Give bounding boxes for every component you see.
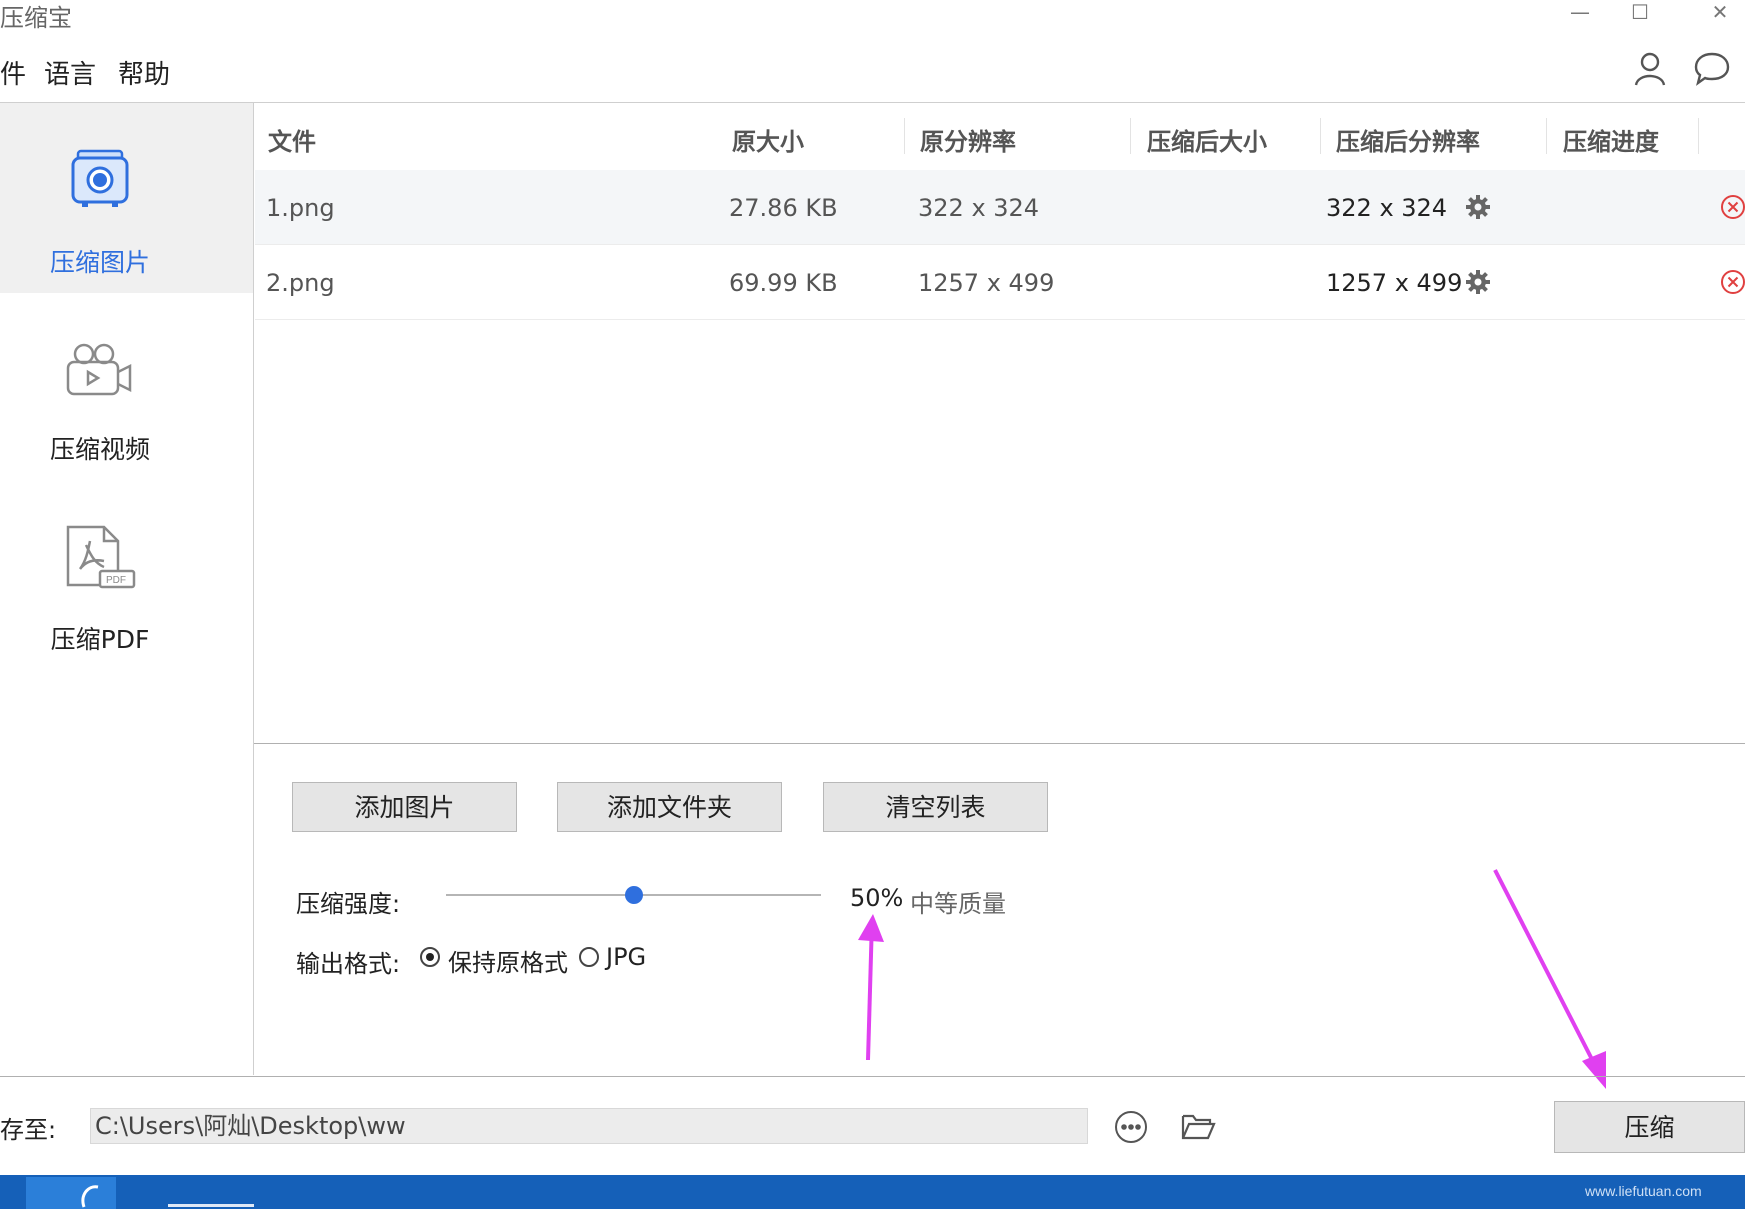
sidebar-item-label: 压缩PDF [50, 625, 150, 654]
more-options-icon[interactable] [1114, 1110, 1148, 1148]
strength-quality: 中等质量 [910, 890, 1006, 918]
sidebar-item-compress-video[interactable]: 压缩视频 [0, 300, 253, 480]
taskbar-app-icon[interactable] [26, 1177, 116, 1209]
column-header-resolution[interactable]: 原分辨率 [920, 122, 1016, 157]
image-compress-icon [70, 149, 130, 213]
menu-divider [0, 102, 1745, 103]
sidebar-item-compress-pdf[interactable]: PDF 压缩PDF [0, 490, 253, 670]
sidebar-divider [253, 103, 254, 1075]
list-divider [254, 743, 1745, 744]
column-header-compressed-size[interactable]: 压缩后大小 [1147, 122, 1267, 157]
strength-label: 压缩强度: [296, 890, 401, 918]
remove-file-icon[interactable] [1720, 269, 1745, 299]
column-header-size[interactable]: 原大小 [732, 122, 804, 157]
remove-file-icon[interactable] [1720, 194, 1745, 224]
watermark-text: www.liefutuan.com [1585, 1183, 1702, 1199]
save-label: 存至: [0, 1116, 57, 1144]
compressed-resolution: 1257 x 499 [1326, 269, 1463, 297]
file-name: 1.png [266, 194, 335, 222]
window-title: 压缩宝 [0, 4, 72, 32]
pdf-file-icon: PDF [64, 523, 136, 597]
menu-file[interactable]: 件 [0, 54, 26, 91]
file-name: 2.png [266, 269, 335, 297]
sidebar-item-compress-image[interactable]: 压缩图片 [0, 103, 253, 293]
footer-divider [0, 1076, 1745, 1077]
column-separator [1698, 118, 1699, 154]
user-icon[interactable] [1630, 48, 1670, 88]
taskbar: www.liefutuan.com [0, 1175, 1745, 1209]
menu-help[interactable]: 帮助 [118, 54, 170, 91]
add-image-button[interactable]: 添加图片 [292, 782, 517, 832]
maximize-button[interactable]: ☐ [1615, 0, 1665, 28]
format-option-original[interactable]: 保持原格式 [448, 943, 568, 978]
sidebar-item-label: 压缩视频 [49, 435, 150, 464]
column-header-progress[interactable]: 压缩进度 [1563, 122, 1659, 157]
menu-language[interactable]: 语言 [44, 54, 96, 91]
gear-icon[interactable] [1465, 269, 1491, 299]
annotation-arrow-icon [858, 914, 884, 1061]
column-separator [1130, 118, 1131, 154]
compress-button[interactable]: 压缩 [1554, 1101, 1745, 1153]
strength-percent: 50% [850, 884, 904, 912]
add-folder-button[interactable]: 添加文件夹 [557, 782, 782, 832]
column-separator [904, 118, 905, 154]
clear-list-button[interactable]: 清空列表 [823, 782, 1048, 832]
format-label: 输出格式: [296, 950, 401, 978]
format-radio-jpg[interactable] [579, 947, 599, 967]
strength-slider-thumb[interactable] [624, 886, 643, 904]
original-size: 69.99 KB [729, 269, 838, 297]
close-window-button[interactable]: ✕ [1695, 0, 1745, 28]
output-path-field[interactable]: C:\Users\阿灿\Desktop\ww [90, 1108, 1088, 1144]
format-radio-original[interactable] [420, 947, 440, 967]
folder-open-icon[interactable] [1180, 1110, 1216, 1146]
original-size: 27.86 KB [729, 194, 838, 222]
minimize-button[interactable]: — [1555, 0, 1605, 28]
original-resolution: 322 x 324 [918, 194, 1040, 222]
taskbar-active-indicator [168, 1204, 254, 1207]
column-separator [1320, 118, 1321, 154]
original-resolution: 1257 x 499 [918, 269, 1055, 297]
table-row[interactable]: 1.png 27.86 KB 322 x 324 322 x 324 [255, 170, 1745, 245]
feedback-icon[interactable] [1692, 48, 1732, 88]
compressed-resolution: 322 x 324 [1326, 194, 1448, 222]
svg-text:PDF: PDF [106, 575, 126, 586]
annotation-arrow-icon [1493, 869, 1606, 1089]
column-separator [1546, 118, 1547, 154]
gear-icon[interactable] [1465, 194, 1491, 224]
format-option-jpg[interactable]: JPG [606, 943, 646, 971]
column-header-compressed-resolution[interactable]: 压缩后分辨率 [1336, 122, 1480, 157]
table-row[interactable]: 2.png 69.99 KB 1257 x 499 1257 x 499 [255, 245, 1745, 320]
video-camera-icon [64, 342, 134, 402]
column-header-file[interactable]: 文件 [268, 122, 316, 157]
sidebar-item-label: 压缩图片 [49, 248, 150, 277]
radio-dot [426, 953, 434, 961]
